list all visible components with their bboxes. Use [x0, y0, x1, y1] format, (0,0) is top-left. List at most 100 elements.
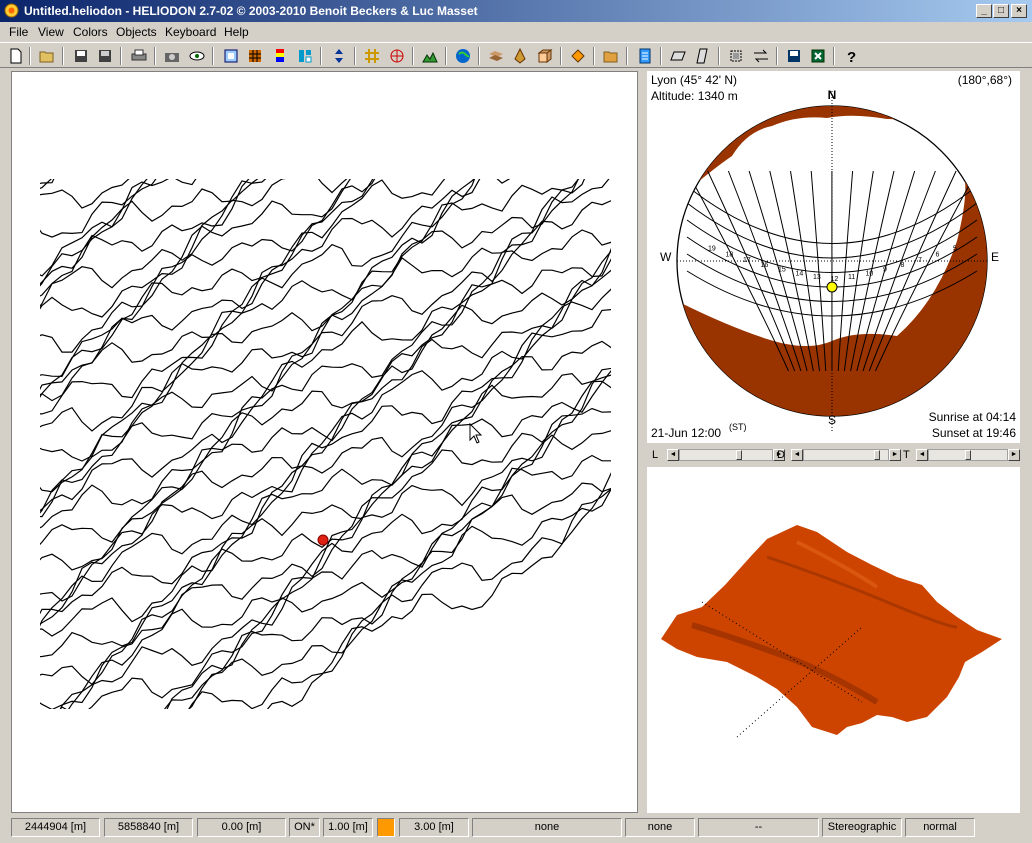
- slider-l-left-arrow[interactable]: ◄: [667, 449, 679, 461]
- slider-t-left-arrow[interactable]: ◄: [916, 449, 928, 461]
- hour-label: 8: [901, 262, 905, 269]
- hour-label: 13: [813, 274, 821, 281]
- location-marker[interactable]: [317, 534, 329, 546]
- slider-l-track[interactable]: [679, 449, 773, 461]
- grid-color-icon[interactable]: [245, 46, 265, 66]
- document-icon[interactable]: [635, 46, 655, 66]
- menu-file[interactable]: File: [9, 25, 28, 39]
- hour-label: 5: [953, 246, 957, 253]
- swap-icon[interactable]: [751, 46, 771, 66]
- slider-l-label: L: [652, 449, 659, 461]
- maximize-button[interactable]: □: [993, 4, 1009, 18]
- slider-d-track[interactable]: [803, 449, 889, 461]
- menu-keyboard[interactable]: Keyboard: [165, 25, 216, 39]
- contour-map-view[interactable]: [11, 71, 638, 813]
- status-x-coordinate: 2444904 [m]: [11, 818, 100, 837]
- menu-colors[interactable]: Colors: [73, 25, 108, 39]
- new-file-icon[interactable]: [6, 46, 26, 66]
- svg-text:?: ?: [847, 49, 856, 64]
- hour-label: 6: [936, 251, 940, 258]
- hour-label: 10: [866, 271, 874, 278]
- box-icon[interactable]: [535, 46, 555, 66]
- compass-icon[interactable]: [387, 46, 407, 66]
- hour-label: 9: [883, 267, 887, 274]
- status-z-coordinate: 0.00 [m]: [197, 818, 286, 837]
- status-field-1: none: [472, 818, 622, 837]
- layers-icon[interactable]: [486, 46, 506, 66]
- time-mode-label: (ST): [729, 422, 747, 432]
- save-as-icon[interactable]: [95, 46, 115, 66]
- slider-t-label: T: [903, 449, 910, 461]
- sun-position[interactable]: [826, 281, 838, 293]
- grid-icon[interactable]: [362, 46, 382, 66]
- contour-map[interactable]: [12, 72, 637, 812]
- status-y-coordinate: 5858840 [m]: [104, 818, 193, 837]
- close-button[interactable]: ×: [1011, 4, 1027, 18]
- disk-icon[interactable]: [784, 46, 804, 66]
- status-mode: ON*: [289, 818, 320, 837]
- east-label: E: [991, 250, 999, 264]
- globe-icon[interactable]: [453, 46, 473, 66]
- north-label: N: [828, 88, 837, 102]
- camera-icon[interactable]: [162, 46, 182, 66]
- open-folder-icon[interactable]: [37, 46, 57, 66]
- sun-path-diagram[interactable]: 5 6 7 8 9 10 11 12 13 14 15 16 17 18 19 N S E W: [647, 71, 1020, 443]
- terrain-3d-render[interactable]: [647, 467, 1020, 813]
- minimize-button[interactable]: _: [976, 4, 992, 18]
- hour-label: 12: [831, 276, 839, 283]
- slider-d-right-arrow[interactable]: ►: [889, 449, 901, 461]
- slanted-plane-icon[interactable]: [692, 46, 712, 66]
- slider-t-track[interactable]: [928, 449, 1008, 461]
- status-height: 3.00 [m]: [399, 818, 469, 837]
- sunrise-label: Sunrise at 04:14: [928, 410, 1016, 424]
- hour-label: 15: [778, 267, 786, 274]
- diamond-icon[interactable]: [568, 46, 588, 66]
- south-label: S: [828, 413, 836, 427]
- menu-objects[interactable]: Objects: [116, 25, 157, 39]
- status-field-2: none: [625, 818, 695, 837]
- hour-label: 19: [708, 246, 716, 253]
- print-icon[interactable]: [129, 46, 149, 66]
- sun-path-panel: Lyon (45° 42' N) Altitude: 1340 m (180°,…: [647, 71, 1020, 443]
- slider-t-thumb[interactable]: [965, 450, 971, 460]
- menu-help[interactable]: Help: [224, 25, 249, 39]
- plane-icon[interactable]: [668, 46, 688, 66]
- mouse-cursor-icon: [469, 422, 483, 444]
- terrain-3d-view[interactable]: [647, 467, 1020, 813]
- help-icon[interactable]: ?: [841, 46, 861, 66]
- status-color-swatch[interactable]: [377, 818, 395, 837]
- terrain-icon[interactable]: [420, 46, 440, 66]
- frame-icon[interactable]: [221, 46, 241, 66]
- view-sliders: L ◄ ► D ◄ ► T ◄ ►: [647, 448, 1020, 463]
- app-icon[interactable]: [4, 3, 19, 18]
- status-step: 1.00 [m]: [323, 818, 373, 837]
- slider-l-thumb[interactable]: [736, 450, 742, 460]
- vertical-arrows-icon[interactable]: [329, 46, 349, 66]
- eye-icon[interactable]: [187, 46, 207, 66]
- hour-label: 17: [743, 257, 751, 264]
- transform-icon[interactable]: [726, 46, 746, 66]
- slider-d-thumb[interactable]: [874, 450, 880, 460]
- hour-label: 11: [848, 274, 855, 281]
- contour-lines: [40, 179, 611, 709]
- status-quality: normal: [905, 818, 975, 837]
- open-folder-icon-2[interactable]: [601, 46, 621, 66]
- west-label: W: [660, 250, 672, 264]
- hour-label: 16: [761, 262, 769, 269]
- slider-t-right-arrow[interactable]: ►: [1008, 449, 1020, 461]
- window-title: Untitled.heliodon - HELIODON 2.7-02 © 20…: [24, 4, 478, 18]
- status-field-3: --: [698, 818, 819, 837]
- shape-icon[interactable]: [510, 46, 530, 66]
- hour-label: 7: [918, 257, 922, 264]
- date-label: 21-Jun 12:00: [651, 426, 722, 440]
- excel-icon[interactable]: [808, 46, 828, 66]
- menu-view[interactable]: View: [38, 25, 64, 39]
- palette-icon[interactable]: [270, 46, 290, 66]
- title-bar: Untitled.heliodon - HELIODON 2.7-02 © 20…: [0, 0, 1032, 22]
- save-icon[interactable]: [71, 46, 91, 66]
- tiles-icon[interactable]: [295, 46, 315, 66]
- slider-d-left-arrow[interactable]: ◄: [791, 449, 803, 461]
- status-bar: 2444904 [m] 5858840 [m] 0.00 [m] ON* 1.0…: [0, 815, 1032, 843]
- slider-d-label: D: [777, 449, 785, 461]
- status-projection: Stereographic: [822, 818, 902, 837]
